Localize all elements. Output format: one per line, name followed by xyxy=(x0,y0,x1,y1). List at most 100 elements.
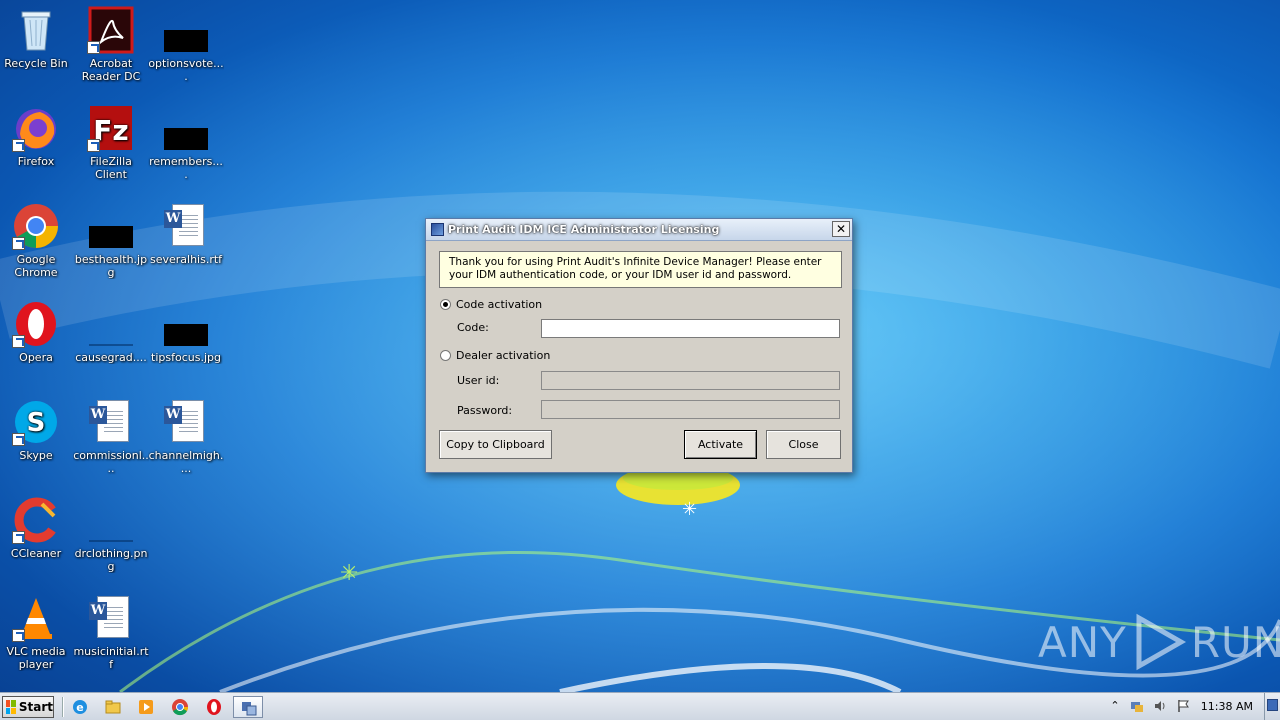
desktop-icon-chrome[interactable]: Google Chrome xyxy=(0,202,74,279)
start-label: Start xyxy=(18,700,53,714)
code-input[interactable] xyxy=(541,319,840,338)
svg-text:S: S xyxy=(27,408,46,438)
desktop-icon-commission[interactable]: W commissionl.... xyxy=(73,398,149,475)
desktop-icon-tipsfocus[interactable]: tipsfocus.jpg xyxy=(148,300,224,364)
desktop-icon-label: Opera xyxy=(19,351,53,364)
userid-label: User id: xyxy=(457,374,500,387)
start-button[interactable]: Start xyxy=(2,696,54,718)
opera-icon xyxy=(12,300,60,348)
desktop-icon-label: Firefox xyxy=(17,155,55,168)
password-label: Password: xyxy=(457,404,513,417)
licensing-dialog: Print Audit IDM ICE Administrator Licens… xyxy=(425,218,853,473)
desktop-icon-label: besthealth.jpg xyxy=(74,253,148,279)
word-document-icon: W xyxy=(87,594,135,642)
desktop-icon-label: drclothing.png xyxy=(74,547,148,573)
action-center-icon[interactable] xyxy=(1130,699,1144,713)
desktop-icon-label: musicinitial.rtf xyxy=(73,645,149,671)
dealer-activation-radio[interactable] xyxy=(440,350,451,361)
shortcut-arrow-icon xyxy=(12,237,25,250)
system-tray: ⌃ 11:38 AM xyxy=(1100,693,1280,720)
opera-icon[interactable] xyxy=(205,698,223,716)
desktop-icon-remembers[interactable]: remembers.... xyxy=(148,104,224,181)
desktop-icon-severalhis[interactable]: W severalhis.rtf xyxy=(148,202,224,266)
taskbar-active-app[interactable] xyxy=(233,696,263,718)
desktop-icon-ccleaner[interactable]: CCleaner xyxy=(0,496,74,560)
clock[interactable]: 11:38 AM xyxy=(1201,700,1253,713)
watermark-text-left: ANY xyxy=(1038,617,1127,667)
desktop-icon-label: Acrobat Reader DC xyxy=(81,57,141,83)
desktop-icon-drclothing[interactable]: drclothing.png xyxy=(73,496,149,573)
desktop-icon-channelmigh[interactable]: W channelmigh.... xyxy=(148,398,224,475)
svg-text:e: e xyxy=(76,701,83,714)
file-explorer-icon[interactable] xyxy=(104,698,122,716)
dialog-title: Print Audit IDM ICE Administrator Licens… xyxy=(448,223,720,236)
desktop-icon-label: tipsfocus.jpg xyxy=(151,351,221,364)
code-activation-option[interactable]: Code activation xyxy=(440,298,542,311)
desktop-icon-label: FileZilla Client xyxy=(90,155,132,181)
desktop-icon-besthealth[interactable]: besthealth.jpg xyxy=(73,202,149,279)
desktop-icon-firefox[interactable]: Firefox xyxy=(0,104,74,168)
anyrun-watermark: ANY RUN xyxy=(1038,612,1280,672)
close-button[interactable]: Close xyxy=(766,430,841,459)
desktop-icon-label: remembers.... xyxy=(149,155,223,181)
shortcut-arrow-icon xyxy=(12,531,25,544)
chrome-icon xyxy=(12,202,60,250)
flag-icon[interactable] xyxy=(1176,699,1190,713)
skype-icon: S xyxy=(12,398,60,446)
password-input[interactable] xyxy=(541,400,840,419)
userid-input[interactable] xyxy=(541,371,840,390)
desktop-icon-opera[interactable]: Opera xyxy=(0,300,74,364)
recycle-bin-icon xyxy=(12,6,60,54)
info-message: Thank you for using Print Audit's Infini… xyxy=(439,251,842,288)
windows-logo-icon xyxy=(6,700,16,714)
desktop-icon-recycle-bin[interactable]: Recycle Bin xyxy=(0,6,74,70)
svg-text:✳: ✳ xyxy=(340,561,358,586)
shortcut-arrow-icon xyxy=(12,433,25,446)
desktop-icon-vlc[interactable]: VLC media player xyxy=(0,594,74,671)
desktop-icon-label: optionsvote.... xyxy=(148,57,224,83)
dealer-activation-label: Dealer activation xyxy=(456,349,551,362)
desktop-icon-musicinitial[interactable]: W musicinitial.rtf xyxy=(73,594,149,671)
watermark-text-right: RUN xyxy=(1190,617,1280,667)
desktop-icon-label: commissionl.... xyxy=(73,449,149,475)
activate-button[interactable]: Activate xyxy=(684,430,757,459)
code-activation-radio[interactable] xyxy=(440,299,451,310)
image-thumbnail xyxy=(87,496,135,544)
desktop-icon-label: severalhis.rtf xyxy=(149,253,223,266)
redacted-thumbnail xyxy=(162,6,210,54)
media-player-icon[interactable] xyxy=(137,698,155,716)
ccleaner-icon xyxy=(12,496,60,544)
taskbar-separator xyxy=(62,697,64,717)
desktop-icon-optionsvote[interactable]: optionsvote.... xyxy=(148,6,224,83)
filezilla-icon: Fz xyxy=(87,104,135,152)
desktop-icon-label: Google Chrome xyxy=(14,253,58,279)
image-thumbnail xyxy=(87,300,135,348)
desktop-icon-label: Skype xyxy=(19,449,53,462)
show-hidden-icons-icon[interactable]: ⌃ xyxy=(1108,699,1122,713)
desktop-icon-skype[interactable]: S Skype xyxy=(0,398,74,462)
desktop-icon-acrobat[interactable]: Acrobat Reader DC xyxy=(73,6,149,83)
play-icon xyxy=(1136,613,1186,671)
desktop-icon-filezilla[interactable]: Fz FileZilla Client xyxy=(73,104,149,181)
internet-explorer-icon[interactable]: e xyxy=(71,698,89,716)
chrome-icon[interactable] xyxy=(171,698,189,716)
desktop-icon-label: CCleaner xyxy=(10,547,62,560)
dialog-titlebar[interactable]: Print Audit IDM ICE Administrator Licens… xyxy=(426,219,852,241)
desktop-icon-causegrad[interactable]: causegrad.... xyxy=(73,300,149,364)
shortcut-arrow-icon xyxy=(12,629,25,642)
licensing-app-icon xyxy=(242,702,257,716)
copy-to-clipboard-button[interactable]: Copy to Clipboard xyxy=(439,430,552,459)
volume-icon[interactable] xyxy=(1153,699,1167,713)
shortcut-arrow-icon xyxy=(12,139,25,152)
redacted-thumbnail xyxy=(162,104,210,152)
code-label: Code: xyxy=(457,321,489,334)
show-desktop-button[interactable] xyxy=(1264,693,1280,720)
close-icon[interactable]: ✕ xyxy=(832,221,850,237)
app-icon xyxy=(431,223,444,236)
desktop-icon-label: VLC media player xyxy=(6,645,66,671)
dealer-activation-option[interactable]: Dealer activation xyxy=(440,349,550,362)
vlc-icon xyxy=(12,594,60,642)
redacted-thumbnail xyxy=(162,300,210,348)
redacted-thumbnail xyxy=(87,202,135,250)
svg-text:✳: ✳ xyxy=(682,499,697,520)
